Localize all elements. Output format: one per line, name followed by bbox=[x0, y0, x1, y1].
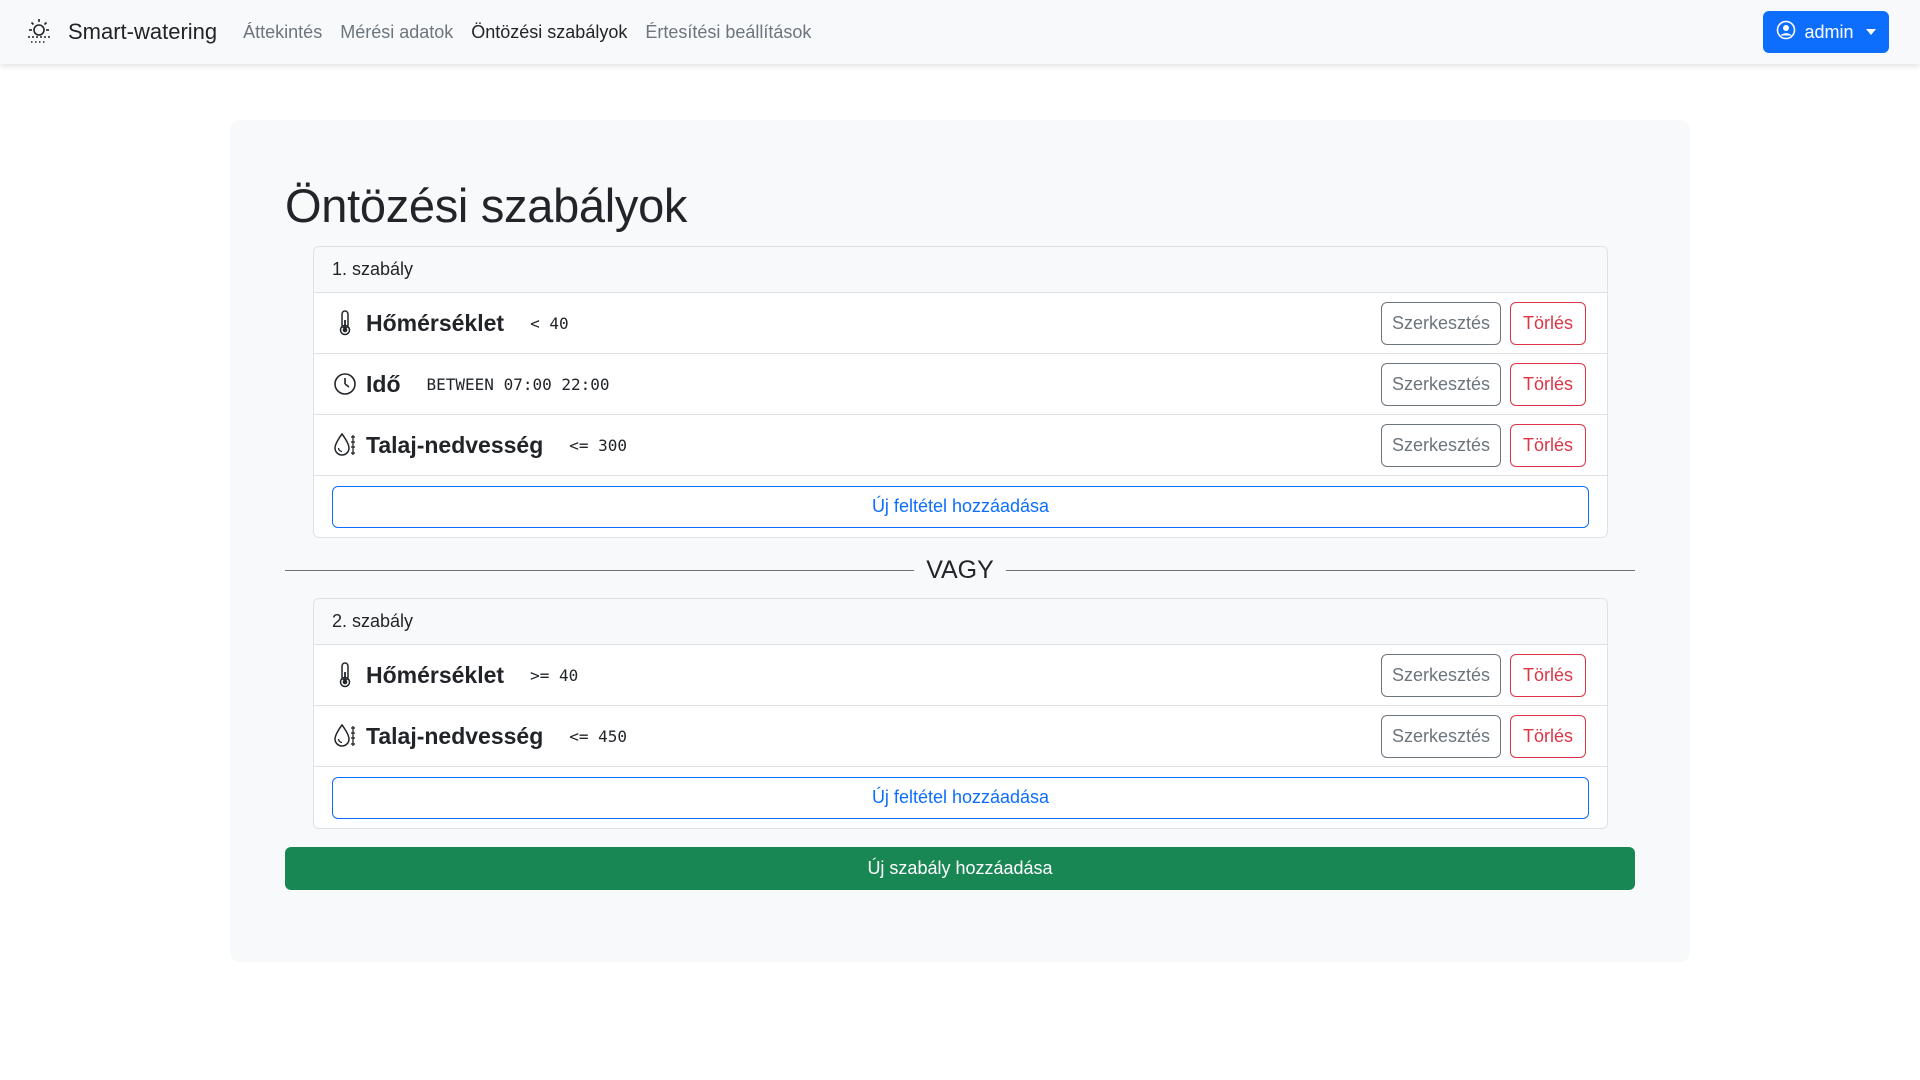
moisture-icon bbox=[332, 723, 358, 749]
thermometer-icon bbox=[332, 310, 358, 336]
or-label: VAGY bbox=[926, 555, 994, 584]
nav-links: Áttekintés Mérési adatok Öntözési szabál… bbox=[243, 22, 829, 43]
divider-line bbox=[285, 569, 915, 571]
condition-name: Hőmérséklet bbox=[366, 661, 505, 688]
condition-name: Hőmérséklet bbox=[366, 309, 505, 336]
condition-expression: <= 300 bbox=[569, 435, 628, 455]
condition-name: Idő bbox=[366, 370, 401, 397]
nav-link-overview[interactable]: Áttekintés bbox=[243, 22, 322, 43]
thermometer-icon bbox=[332, 662, 358, 688]
condition-name: Talaj-nedvesség bbox=[366, 431, 544, 458]
delete-button[interactable]: Törlés bbox=[1510, 424, 1586, 467]
rule-header: 2. szabály bbox=[314, 599, 1607, 645]
page-title: Öntözési szabályok bbox=[285, 179, 688, 232]
condition-expression: BETWEEN 07:00 22:00 bbox=[426, 374, 610, 394]
moisture-icon bbox=[332, 432, 358, 458]
condition-expression: >= 40 bbox=[530, 665, 579, 685]
user-menu-button[interactable]: admin bbox=[1763, 11, 1889, 53]
divider-line bbox=[1005, 569, 1635, 571]
edit-button[interactable]: Szerkesztés bbox=[1381, 715, 1501, 758]
condition-row: Idő BETWEEN 07:00 22:00 Szerkesztés Törl… bbox=[314, 354, 1607, 415]
edit-button[interactable]: Szerkesztés bbox=[1381, 363, 1501, 406]
delete-button[interactable]: Törlés bbox=[1510, 654, 1586, 697]
navbar: Smart-watering Áttekintés Mérési adatok … bbox=[0, 0, 1920, 64]
edit-button[interactable]: Szerkesztés bbox=[1381, 424, 1501, 467]
nav-link-notification-settings[interactable]: Értesítési beállítások bbox=[645, 22, 811, 43]
rules-container: Öntözési szabályok 1. szabály Hőmérsékle… bbox=[230, 120, 1690, 962]
add-condition-button[interactable]: Új feltétel hozzáadása bbox=[332, 776, 1589, 819]
user-name: admin bbox=[1804, 21, 1854, 42]
brand-name: Smart-watering bbox=[68, 19, 218, 44]
condition-row: Talaj-nedvesség <= 300 Szerkesztés Törlé… bbox=[314, 415, 1607, 476]
condition-name: Talaj-nedvesség bbox=[366, 722, 544, 749]
nav-link-measurements[interactable]: Mérési adatok bbox=[340, 22, 453, 43]
chevron-down-icon bbox=[1865, 29, 1876, 35]
condition-row: Talaj-nedvesség <= 450 Szerkesztés Törlé… bbox=[314, 706, 1607, 767]
condition-expression: <= 450 bbox=[569, 726, 628, 746]
rule-card-1: 1. szabály Hőmérséklet < 40 Szerkesztés … bbox=[313, 246, 1608, 538]
rule-card-2: 2. szabály Hőmérséklet >= 40 Szerkesztés… bbox=[313, 598, 1608, 829]
nav-link-watering-rules[interactable]: Öntözési szabályok bbox=[471, 22, 627, 43]
delete-button[interactable]: Törlés bbox=[1510, 715, 1586, 758]
add-condition-button[interactable]: Új feltétel hozzáadása bbox=[332, 485, 1589, 528]
or-divider: VAGY bbox=[285, 550, 1635, 590]
clock-icon bbox=[332, 371, 358, 397]
condition-row: Hőmérséklet >= 40 Szerkesztés Törlés bbox=[314, 645, 1607, 706]
sun-icon bbox=[24, 17, 54, 47]
add-rule-button[interactable]: Új szabály hozzáadása bbox=[285, 847, 1635, 890]
edit-button[interactable]: Szerkesztés bbox=[1381, 654, 1501, 697]
rule-header: 1. szabály bbox=[314, 247, 1607, 293]
condition-expression: < 40 bbox=[530, 313, 569, 333]
brand[interactable]: Smart-watering bbox=[24, 17, 217, 47]
delete-button[interactable]: Törlés bbox=[1510, 363, 1586, 406]
delete-button[interactable]: Törlés bbox=[1510, 302, 1586, 345]
edit-button[interactable]: Szerkesztés bbox=[1381, 302, 1501, 345]
condition-row: Hőmérséklet < 40 Szerkesztés Törlés bbox=[314, 293, 1607, 354]
user-circle-icon bbox=[1776, 20, 1796, 45]
